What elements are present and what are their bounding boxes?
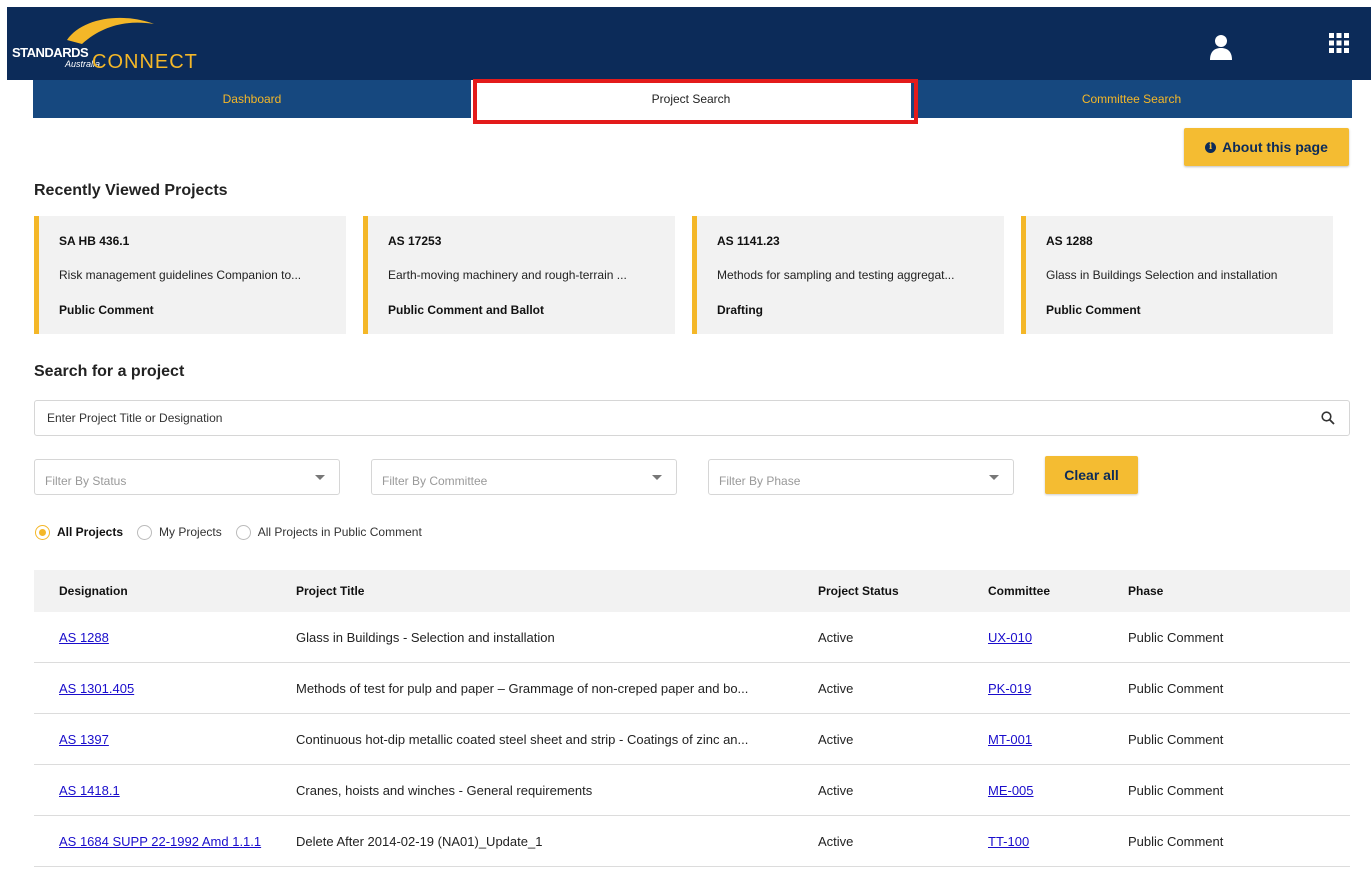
apps-grid-icon[interactable] <box>1329 33 1349 53</box>
card-title: Glass in Buildings Selection and install… <box>1046 268 1278 282</box>
filter-committee-label: Filter By Committee <box>382 474 488 488</box>
project-status-cell: Active <box>818 783 854 798</box>
radio-all-projects[interactable]: All Projects <box>35 524 124 540</box>
standards-connect-logo[interactable]: STANDARDS Australia CONNECT <box>12 14 222 76</box>
logo-connect-text: CONNECT <box>92 51 198 73</box>
filter-by-phase-select[interactable]: Filter By Phase <box>708 459 1014 495</box>
radio-public-comment-projects[interactable]: All Projects in Public Comment <box>235 524 422 540</box>
card-phase: Public Comment and Ballot <box>388 303 545 317</box>
search-icon[interactable] <box>1321 411 1335 425</box>
card-title: Methods for sampling and testing aggrega… <box>717 268 955 282</box>
app-frame: STANDARDS Australia CONNECT Dashboard Pr… <box>7 7 1371 878</box>
column-header-committee[interactable]: Committee <box>988 584 1050 598</box>
search-input[interactable] <box>35 401 1305 435</box>
card-phase: Public Comment <box>1046 303 1141 317</box>
committee-link[interactable]: ME-005 <box>988 783 1034 798</box>
column-header-project-status[interactable]: Project Status <box>818 584 899 598</box>
committee-link[interactable]: MT-001 <box>988 732 1032 747</box>
table-row: AS 1418.1 Cranes, hoists and winches - G… <box>34 765 1350 816</box>
column-header-phase[interactable]: Phase <box>1128 584 1163 598</box>
project-title-cell: Cranes, hoists and winches - General req… <box>296 783 593 798</box>
filter-status-label: Filter By Status <box>45 474 127 488</box>
phase-cell: Public Comment <box>1128 681 1224 696</box>
filter-phase-label: Filter By Phase <box>719 474 801 488</box>
project-title-cell: Continuous hot-dip metallic coated steel… <box>296 732 749 747</box>
chevron-down-icon <box>989 475 999 480</box>
committee-link[interactable]: PK-019 <box>988 681 1031 696</box>
filter-by-status-select[interactable]: Filter By Status <box>34 459 340 495</box>
recent-project-card[interactable]: AS 17253 Earth-moving machinery and roug… <box>363 216 675 334</box>
card-designation: AS 1141.23 <box>717 234 780 248</box>
main-tabs: Dashboard Project Search Committee Searc… <box>33 80 1352 118</box>
designation-link[interactable]: AS 1684 SUPP 22-1992 Amd 1.1.1 <box>59 834 261 849</box>
card-title: Risk management guidelines Companion to.… <box>59 268 302 282</box>
about-this-page-button[interactable]: i About this page <box>1184 128 1349 166</box>
phase-cell: Public Comment <box>1128 834 1224 849</box>
project-title-cell: Delete After 2014-02-19 (NA01)_Update_1 <box>296 834 543 849</box>
committee-link[interactable]: UX-010 <box>988 630 1032 645</box>
project-status-cell: Active <box>818 630 854 645</box>
project-scope-radios: All Projects My Projects All Projects in… <box>35 523 436 541</box>
table-row: AS 1288 Glass in Buildings - Selection a… <box>34 612 1350 663</box>
tab-committee-search[interactable]: Committee Search <box>911 80 1352 118</box>
radio-unselected-icon <box>137 524 153 540</box>
projects-table: Designation Project Title Project Status… <box>34 570 1350 867</box>
designation-link[interactable]: AS 1418.1 <box>59 783 120 798</box>
table-header: Designation Project Title Project Status… <box>34 570 1350 612</box>
card-designation: SA HB 436.1 <box>59 234 130 248</box>
committee-link[interactable]: TT-100 <box>988 834 1029 849</box>
column-header-project-title[interactable]: Project Title <box>296 584 364 598</box>
card-phase: Public Comment <box>59 303 154 317</box>
project-status-cell: Active <box>818 681 854 696</box>
filter-by-committee-select[interactable]: Filter By Committee <box>371 459 677 495</box>
table-row: AS 1397 Continuous hot-dip metallic coat… <box>34 714 1350 765</box>
chevron-down-icon <box>652 475 662 480</box>
chevron-down-icon <box>315 475 325 480</box>
about-button-label: About this page <box>1222 139 1328 155</box>
recent-project-card[interactable]: SA HB 436.1 Risk management guidelines C… <box>34 216 346 334</box>
card-designation: AS 1288 <box>1046 234 1093 248</box>
designation-link[interactable]: AS 1288 <box>59 630 109 645</box>
project-title-cell: Methods of test for pulp and paper – Gra… <box>296 681 749 696</box>
project-status-cell: Active <box>818 834 854 849</box>
recent-project-card[interactable]: AS 1141.23 Methods for sampling and test… <box>692 216 1004 334</box>
radio-label: My Projects <box>159 525 222 539</box>
project-search-box <box>34 400 1350 436</box>
top-header: STANDARDS Australia CONNECT <box>7 7 1371 80</box>
radio-label: All Projects in Public Comment <box>257 525 422 539</box>
recent-projects-heading: Recently Viewed Projects <box>34 182 228 199</box>
radio-my-projects[interactable]: My Projects <box>137 524 222 540</box>
radio-selected-icon <box>35 524 50 540</box>
project-status-cell: Active <box>818 732 854 747</box>
table-row: AS 1301.405 Methods of test for pulp and… <box>34 663 1350 714</box>
tab-project-search[interactable]: Project Search <box>471 80 911 118</box>
tab-dashboard[interactable]: Dashboard <box>33 80 471 118</box>
phase-cell: Public Comment <box>1128 783 1224 798</box>
card-designation: AS 17253 <box>388 234 442 248</box>
project-title-cell: Glass in Buildings - Selection and insta… <box>296 630 555 645</box>
info-icon: i <box>1205 141 1217 153</box>
card-phase: Drafting <box>717 303 763 317</box>
card-title: Earth-moving machinery and rough-terrain… <box>388 268 627 282</box>
phase-cell: Public Comment <box>1128 732 1224 747</box>
designation-link[interactable]: AS 1397 <box>59 732 109 747</box>
clear-all-button[interactable]: Clear all <box>1045 456 1138 494</box>
column-header-designation[interactable]: Designation <box>59 584 128 598</box>
radio-unselected-icon <box>235 524 251 540</box>
recent-project-card[interactable]: AS 1288 Glass in Buildings Selection and… <box>1021 216 1333 334</box>
phase-cell: Public Comment <box>1128 630 1224 645</box>
search-heading: Search for a project <box>34 363 185 380</box>
table-row: AS 1684 SUPP 22-1992 Amd 1.1.1 Delete Af… <box>34 816 1350 867</box>
user-icon[interactable] <box>1209 34 1233 60</box>
designation-link[interactable]: AS 1301.405 <box>59 681 134 696</box>
logo-standards-text: STANDARDS <box>12 45 89 60</box>
radio-label: All Projects <box>57 525 124 539</box>
